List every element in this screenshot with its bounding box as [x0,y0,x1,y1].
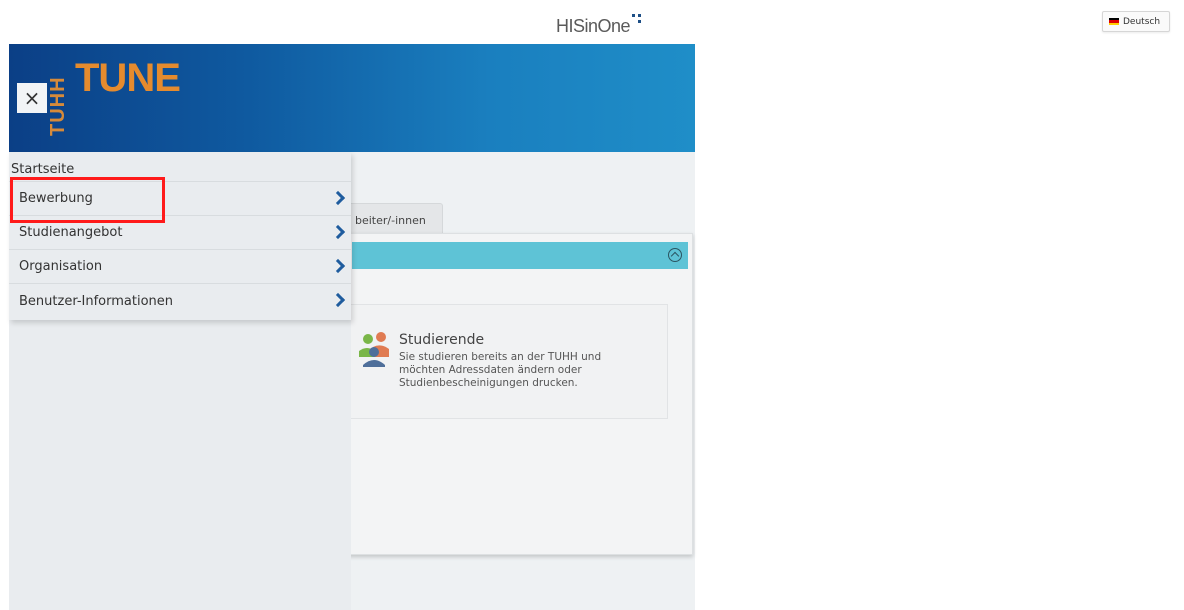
tune-logo[interactable]: TUHH TUNE [47,56,203,138]
highlight-box [10,177,165,223]
tab-mitarbeiter[interactable]: beiter/-innen [348,203,443,233]
menu-item-organisation[interactable]: Organisation [9,250,351,284]
tune-logo-text: TUNE [75,56,181,100]
close-icon: × [23,86,41,110]
header-banner: × TUHH TUNE [9,44,695,152]
tuhh-logo-text: TUHH [47,76,69,136]
menu-item-label: Organisation [19,259,103,274]
panel-header [352,242,688,269]
hisinone-logo: HISinOne [556,14,642,37]
portal-panel: Studierende Sie studieren bereits an der… [342,233,693,555]
menu-item-label: Startseite [11,162,75,177]
menu-item-benutzer-informationen[interactable]: Benutzer-Informationen [9,284,351,318]
hisinone-logo-text: HISinOne [556,16,631,36]
people-icon [359,332,389,367]
menu-item-label: Studienangebot [19,225,123,240]
card-title: Studierende [399,332,485,348]
german-flag-icon [1109,18,1119,25]
language-selector[interactable]: Deutsch [1102,11,1170,32]
language-label: Deutsch [1123,16,1161,27]
chevron-right-icon [330,224,346,240]
card-description: Sie studieren bereits an der TUHH und mö… [399,351,602,389]
menu-item-label: Benutzer-Informationen [19,293,174,309]
chevron-right-icon [330,258,346,274]
menu-column-background [9,320,351,610]
chevron-right-icon [330,292,346,308]
collapse-icon[interactable] [668,248,682,262]
hisinone-dots-icon [632,12,644,24]
tab-label: beiter/-innen [355,214,426,227]
studierende-card[interactable]: Studierende Sie studieren bereits an der… [342,304,668,419]
close-menu-button[interactable]: × [17,83,47,113]
chevron-right-icon [330,190,346,206]
